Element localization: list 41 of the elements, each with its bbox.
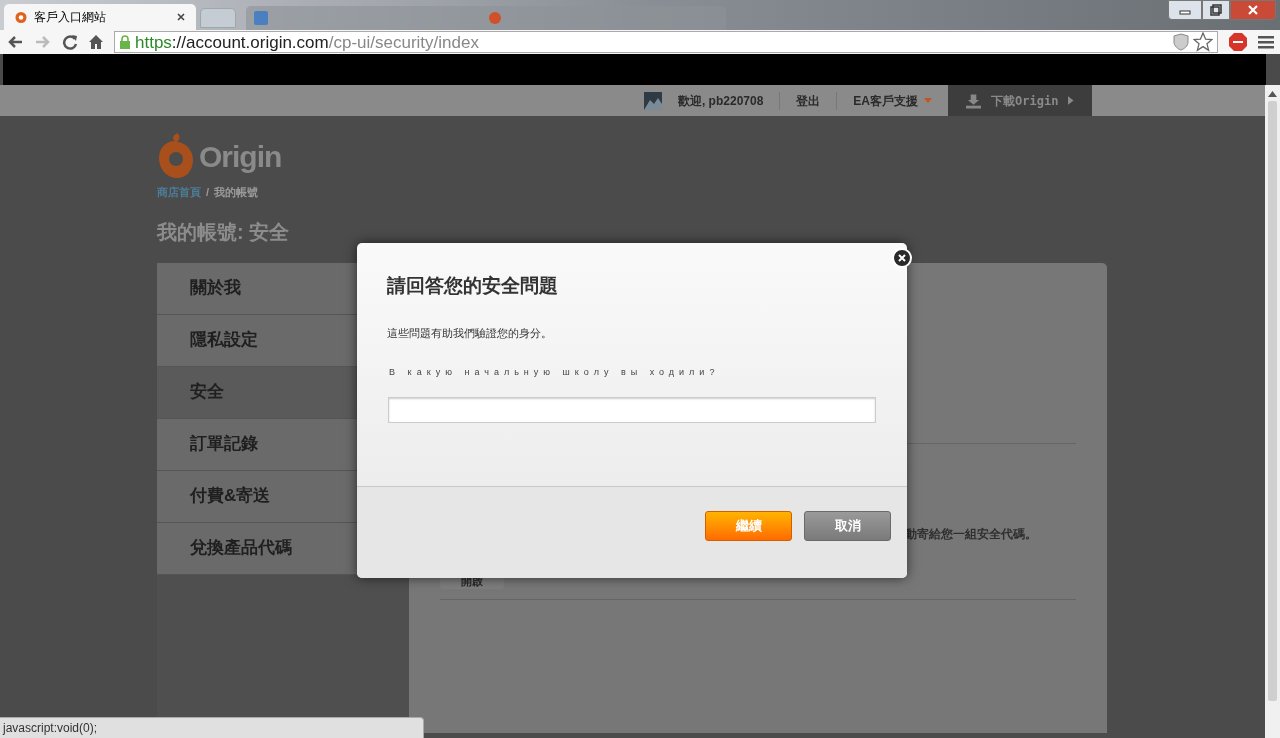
close-icon [898,254,906,262]
page-title: 我的帳號: 安全 [157,219,291,245]
shield-icon [1173,33,1189,51]
back-icon[interactable] [6,34,24,50]
close-window-button[interactable] [1230,0,1276,20]
stop-sign-icon[interactable] [1228,32,1248,52]
logo-icon [157,132,195,180]
download-icon [966,92,981,109]
address-bar[interactable]: https://account.origin.com/cp-ui/security/index [114,31,1218,53]
page-icon [488,11,502,25]
logout-link[interactable]: 登出 [780,91,838,110]
star-icon[interactable] [1193,32,1213,52]
origin-icon [14,10,28,24]
logo-text: Origin [199,138,282,175]
home-icon[interactable] [88,34,104,50]
status-bar: javascript:void(0); [0,717,424,738]
url-text: https://account.origin.com/cp-ui/security/index [135,33,479,51]
restore-icon [1210,4,1222,16]
page-icon [254,11,268,25]
menu-icon[interactable] [1258,35,1274,49]
close-icon [1247,5,1259,15]
avatar-icon [643,91,662,110]
scroll-up-icon [1268,91,1277,97]
caret-icon [924,98,932,103]
browser-tab[interactable]: 客戶入口網站 [4,4,196,30]
lock-icon [119,35,131,49]
restore-button[interactable] [1202,0,1230,20]
download-button[interactable]: 下載Origin [948,85,1092,116]
breadcrumb-text: 我的帳號 [214,185,259,200]
close-icon [176,12,186,22]
support-menu[interactable]: EA客戶支援 [837,91,948,110]
cancel-button[interactable]: 取消 [804,511,891,541]
answer-field[interactable] [388,397,876,423]
chevron-icon [1068,96,1074,105]
scrollbar-thumb[interactable] [1268,101,1277,701]
reload-icon[interactable] [62,34,78,50]
welcome-text: 歡迎, pb220708 [677,91,781,110]
close-button[interactable] [892,248,912,268]
breadcrumb-link[interactable]: 商店首頁 [157,184,201,201]
breadcrumb-text: / [206,185,210,200]
continue-button[interactable]: 繼續 [705,511,792,541]
